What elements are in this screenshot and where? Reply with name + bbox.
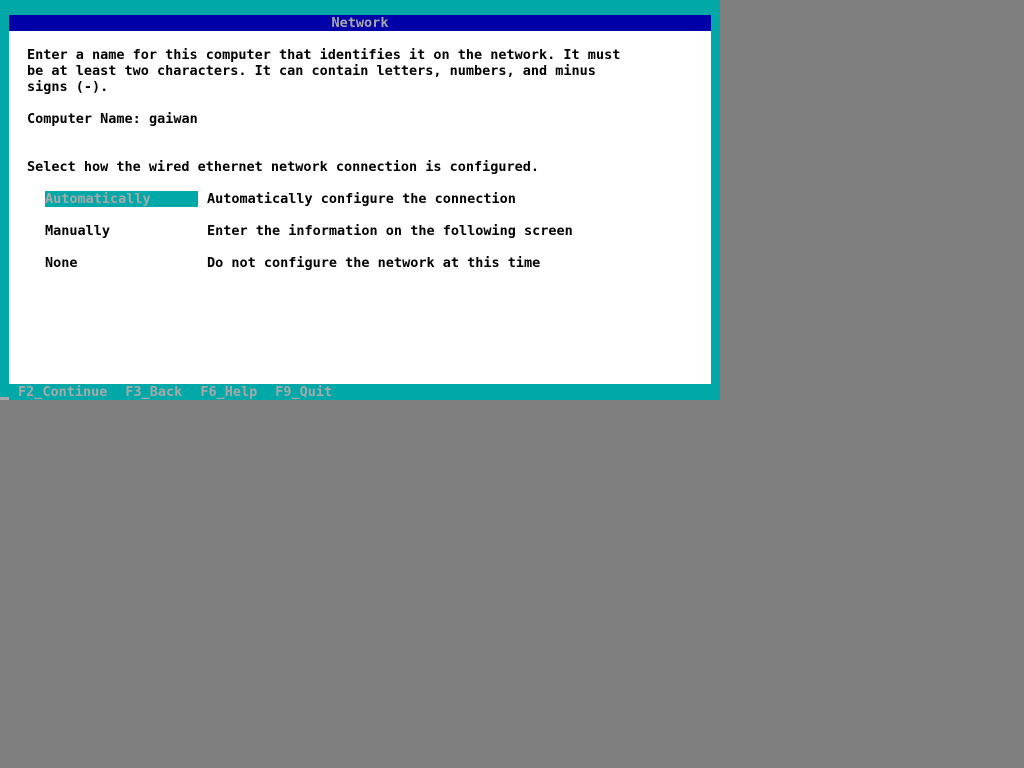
computer-name-label: Computer Name: [27, 111, 141, 127]
computer-name-field[interactable]: gaiwan [149, 111, 198, 127]
option-automatically[interactable]: Automatically [45, 191, 198, 207]
f3-back-key[interactable]: F3_Back [125, 384, 182, 400]
dialog-title: Network [9, 15, 711, 31]
option-manually-description: Enter the information on the following s… [207, 223, 573, 239]
intro-line-3: signs (-). [27, 79, 109, 95]
intro-line-1: Enter a name for this computer that iden… [27, 47, 621, 63]
installer-screen: Network Enter a name for this computer t… [0, 0, 720, 400]
f6-help-key[interactable]: F6_Help [200, 384, 257, 400]
computer-name-row: Computer Name: gaiwan [27, 111, 198, 127]
network-prompt: Select how the wired ethernet network co… [27, 159, 540, 175]
function-key-bar: F2_Continue F3_Back F6_Help F9_Quit [18, 384, 350, 400]
network-dialog: Enter a name for this computer that iden… [9, 31, 711, 384]
f2-continue-key[interactable]: F2_Continue [18, 384, 107, 400]
option-manually[interactable]: Manually [45, 223, 198, 239]
text-cursor [0, 397, 9, 400]
option-none[interactable]: None [45, 255, 198, 271]
f9-quit-key[interactable]: F9_Quit [275, 384, 332, 400]
intro-line-2: be at least two characters. It can conta… [27, 63, 596, 79]
option-none-description: Do not configure the network at this tim… [207, 255, 541, 271]
option-automatically-description: Automatically configure the connection [207, 191, 516, 207]
